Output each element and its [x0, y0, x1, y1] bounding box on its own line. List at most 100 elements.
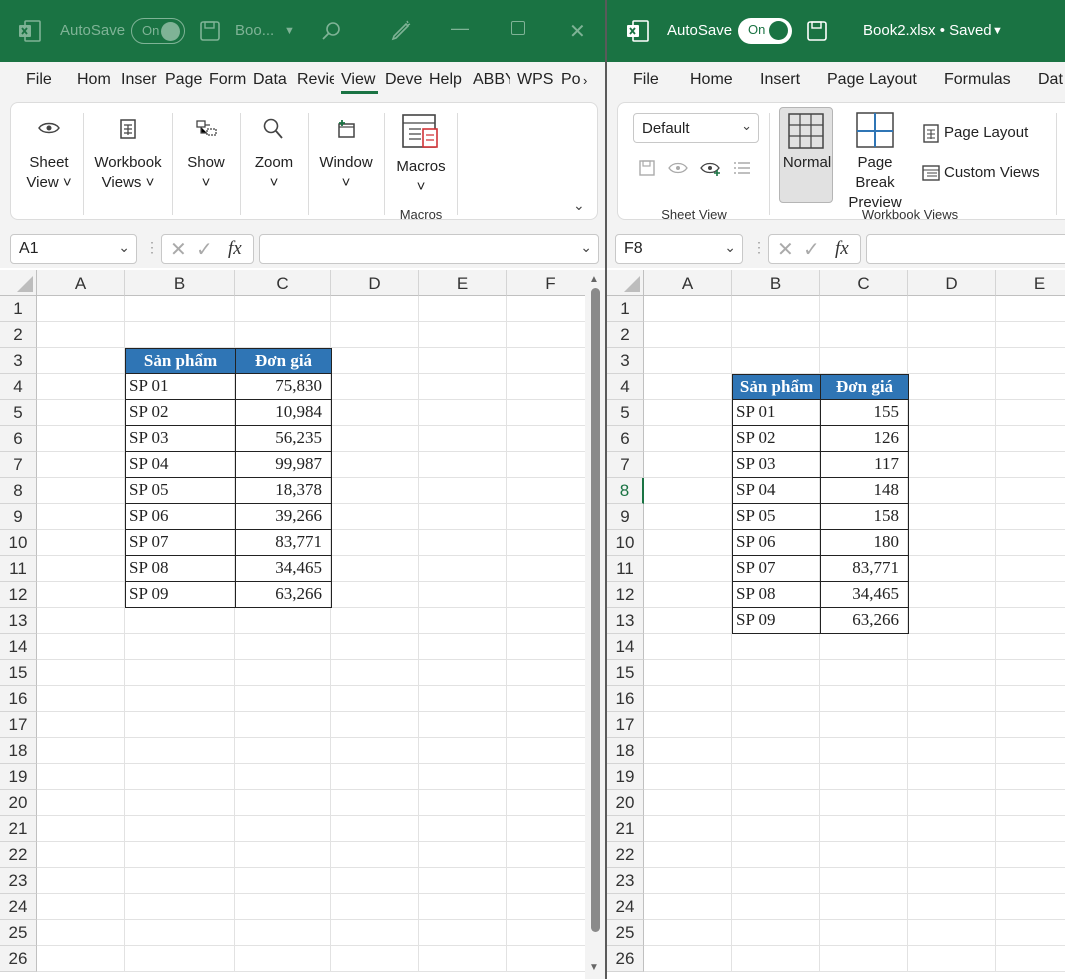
row-header-25[interactable]: 25: [607, 920, 644, 946]
table-cell-product[interactable]: SP 01: [125, 374, 235, 400]
name-box[interactable]: F8 ⌄: [615, 234, 743, 264]
worksheet-grid[interactable]: A B C D E F 1 2 3 4 5 6 7 8 9 10 11 12 13 14 15 16 17 18 19 20 21 2…: [0, 270, 605, 979]
chevron-down-icon[interactable]: ⌄: [724, 239, 736, 256]
page-break-preview-button[interactable]: Page Break Preview: [836, 153, 914, 213]
insert-function-icon[interactable]: fx: [228, 238, 242, 260]
exit-view-icon[interactable]: [668, 161, 690, 175]
row-header-7[interactable]: 7: [0, 452, 37, 478]
row-header-22[interactable]: 22: [607, 842, 644, 868]
row-header-8[interactable]: 8: [607, 478, 644, 504]
keep-view-icon[interactable]: [638, 159, 656, 177]
name-box[interactable]: A1 ⌄: [10, 234, 137, 264]
row-header-15[interactable]: 15: [0, 660, 37, 686]
table-cell-product[interactable]: SP 03: [125, 426, 235, 452]
row-header-23[interactable]: 23: [0, 868, 37, 894]
row-header-12[interactable]: 12: [607, 582, 644, 608]
table-cell-product[interactable]: SP 08: [732, 582, 820, 608]
cancel-x-icon[interactable]: ✕: [170, 237, 187, 262]
table-cell-price[interactable]: 63,266: [235, 582, 332, 608]
row-header-15[interactable]: 15: [607, 660, 644, 686]
row-header-24[interactable]: 24: [0, 894, 37, 920]
row-header-16[interactable]: 16: [607, 686, 644, 712]
table-cell-product[interactable]: SP 03: [732, 452, 820, 478]
row-header-18[interactable]: 18: [0, 738, 37, 764]
table-cell-product[interactable]: SP 04: [125, 452, 235, 478]
tab-insert[interactable]: Inser: [121, 71, 158, 89]
table-cell-product[interactable]: SP 07: [125, 530, 235, 556]
row-header-25[interactable]: 25: [0, 920, 37, 946]
confirm-check-icon[interactable]: ✓: [803, 237, 820, 262]
table-header-product[interactable]: Sản phẩm: [125, 348, 235, 374]
scroll-up-icon[interactable]: ▲: [589, 274, 599, 285]
tab-data[interactable]: Dat: [1038, 71, 1063, 89]
select-all-corner[interactable]: [607, 270, 644, 296]
minimize-icon[interactable]: —: [451, 18, 469, 39]
row-header-11[interactable]: 11: [607, 556, 644, 582]
table-header-product[interactable]: Sản phẩm: [732, 374, 820, 400]
chevron-down-icon[interactable]: ⌄: [118, 239, 130, 256]
more-options-icon[interactable]: ⋮: [145, 239, 159, 256]
table-cell-price[interactable]: 63,266: [820, 608, 909, 634]
custom-views-button[interactable]: Custom Views: [944, 163, 1040, 183]
file-name[interactable]: Book2.xlsx • Saved: [863, 22, 992, 39]
file-name[interactable]: Boo...: [235, 22, 274, 39]
table-cell-product[interactable]: SP 08: [125, 556, 235, 582]
tab-wps[interactable]: WPS: [517, 71, 554, 89]
row-header-19[interactable]: 19: [0, 764, 37, 790]
row-header-19[interactable]: 19: [607, 764, 644, 790]
table-cell-product[interactable]: SP 09: [125, 582, 235, 608]
sheet-view-select[interactable]: Default ⌄: [633, 113, 759, 143]
row-header-1[interactable]: 1: [0, 296, 37, 322]
tab-insert[interactable]: Insert: [760, 71, 800, 89]
row-header-6[interactable]: 6: [0, 426, 37, 452]
row-header-12[interactable]: 12: [0, 582, 37, 608]
column-header-e[interactable]: E: [996, 270, 1065, 296]
table-cell-product[interactable]: SP 05: [125, 478, 235, 504]
tab-data[interactable]: Data: [253, 71, 290, 89]
insert-function-icon[interactable]: fx: [835, 238, 849, 260]
row-header-16[interactable]: 16: [0, 686, 37, 712]
table-cell-price[interactable]: 155: [820, 400, 909, 426]
designer-pen-icon[interactable]: [389, 19, 413, 43]
row-header-6[interactable]: 6: [607, 426, 644, 452]
formula-input[interactable]: ⌄: [259, 234, 599, 264]
column-header-b[interactable]: B: [125, 270, 235, 296]
column-header-f[interactable]: F: [507, 270, 595, 296]
row-header-21[interactable]: 21: [607, 816, 644, 842]
row-header-26[interactable]: 26: [607, 946, 644, 972]
tab-home[interactable]: Hom: [77, 71, 114, 89]
row-header-4[interactable]: 4: [607, 374, 644, 400]
row-header-13[interactable]: 13: [0, 608, 37, 634]
row-header-9[interactable]: 9: [0, 504, 37, 530]
table-cell-price[interactable]: 180: [820, 530, 909, 556]
confirm-check-icon[interactable]: ✓: [196, 237, 213, 262]
row-header-18[interactable]: 18: [607, 738, 644, 764]
row-header-4[interactable]: 4: [0, 374, 37, 400]
table-cell-price[interactable]: 34,465: [820, 582, 909, 608]
table-cell-price[interactable]: 83,771: [235, 530, 332, 556]
row-header-1[interactable]: 1: [607, 296, 644, 322]
tab-page-layout[interactable]: Page Layout: [827, 71, 917, 89]
table-cell-price[interactable]: 56,235: [235, 426, 332, 452]
window-button[interactable]: Window ˅: [311, 153, 381, 193]
scroll-down-icon[interactable]: ▼: [589, 962, 599, 973]
tab-developer[interactable]: Deve: [385, 71, 422, 89]
table-cell-price[interactable]: 158: [820, 504, 909, 530]
tab-formulas[interactable]: Form: [209, 71, 246, 89]
maximize-icon[interactable]: [511, 21, 525, 39]
row-header-20[interactable]: 20: [0, 790, 37, 816]
tab-review[interactable]: Revie: [297, 71, 334, 89]
table-cell-price[interactable]: 18,378: [235, 478, 332, 504]
save-icon[interactable]: [199, 20, 221, 42]
tab-formulas[interactable]: Formulas: [944, 71, 1011, 89]
autosave-toggle[interactable]: On: [738, 18, 792, 44]
table-cell-product[interactable]: SP 07: [732, 556, 820, 582]
search-icon[interactable]: [320, 20, 342, 42]
row-header-17[interactable]: 17: [0, 712, 37, 738]
table-cell-price[interactable]: 34,465: [235, 556, 332, 582]
row-header-7[interactable]: 7: [607, 452, 644, 478]
row-header-10[interactable]: 10: [607, 530, 644, 556]
vertical-scrollbar[interactable]: ▲ ▼: [585, 270, 605, 979]
save-icon[interactable]: [806, 20, 828, 42]
tabs-scroll-right-icon[interactable]: ›: [583, 73, 587, 88]
